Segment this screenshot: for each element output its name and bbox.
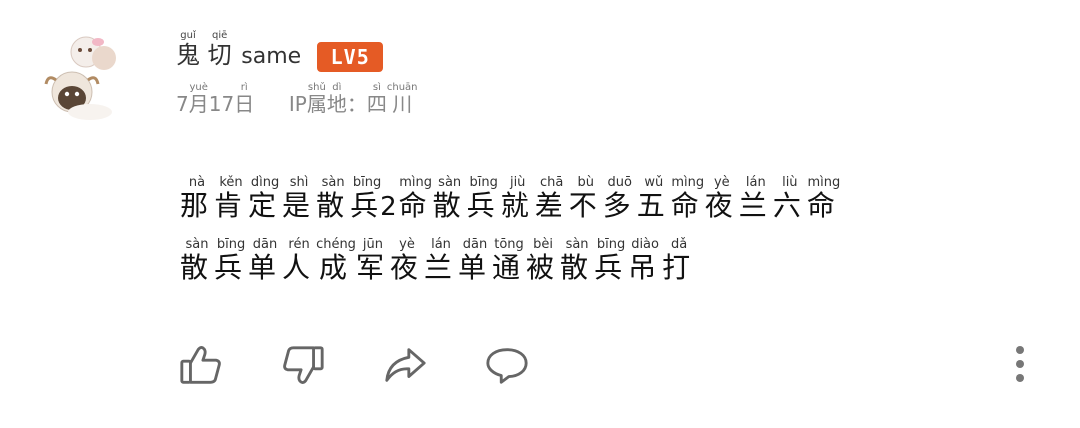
comment-header: 鬼guǐ 切qiē same LV5 7月yuè17日rì IP属shǔ地dì：…: [176, 30, 418, 117]
name-char: 鬼guǐ: [176, 30, 200, 69]
comment-char: 人rén: [282, 237, 317, 284]
comment-char: 吊diào: [628, 237, 663, 284]
comment-icon: [486, 348, 528, 384]
comment-char: 散sàn: [180, 237, 215, 284]
comment-char: 军jūn: [355, 237, 390, 284]
comment-char: 单dān: [248, 237, 283, 284]
comment-char: 兵bīng: [214, 237, 249, 284]
comment-char: 散sàn: [432, 175, 467, 222]
comment-char: 兵bīng: [350, 175, 385, 222]
username[interactable]: 鬼guǐ 切qiē same: [176, 30, 301, 68]
comment-char: 被bèi: [526, 237, 561, 284]
comment-char: 夜yè: [704, 175, 739, 222]
comment-char: 命mìng: [398, 175, 433, 222]
comment-char: 定dìng: [248, 175, 283, 222]
username-latin: same: [241, 44, 302, 69]
comment-char: 通tōng: [492, 237, 527, 284]
level-badge: LV5: [317, 42, 384, 72]
avatar[interactable]: [42, 32, 126, 124]
like-button[interactable]: [176, 340, 226, 390]
comment-char: 六liù: [772, 175, 807, 222]
comment-char: 单dān: [458, 237, 493, 284]
comment-digit: 2: [380, 192, 397, 222]
more-options-button[interactable]: [1004, 342, 1036, 386]
dislike-icon: [283, 346, 324, 384]
comment-char: 命mìng: [670, 175, 705, 222]
comment-body: 那nà肯kěn定dìng是shì散sàn兵bīng2命mìng散sàn兵bīng…: [180, 175, 1040, 300]
comment-char: 那nà: [180, 175, 215, 222]
comment-char: 五wǔ: [636, 175, 671, 222]
comment-char: 兰lán: [738, 175, 773, 222]
more-vertical-icon: [1016, 346, 1024, 382]
comment-char: 散sàn: [560, 237, 595, 284]
comment-char: 夜yè: [389, 237, 424, 284]
comment-meta: 7月yuè17日rì IP属shǔ地dì：四sì川chuān: [176, 82, 418, 117]
dislike-button[interactable]: [278, 340, 328, 390]
comment-char: 就jiù: [500, 175, 535, 222]
comment-char: 兰lán: [423, 237, 458, 284]
comment-char: 命mìng: [806, 175, 841, 222]
comment-line-1: 那nà肯kěn定dìng是shì散sàn兵bīng2命mìng散sàn兵bīng…: [180, 175, 1040, 222]
name-char: 切qiē: [207, 30, 232, 69]
share-icon: [385, 348, 426, 382]
comment-char: 成chéng: [316, 237, 356, 284]
like-icon: [180, 346, 221, 384]
comment-date: 7月yuè17日rì: [176, 82, 255, 116]
share-button[interactable]: [380, 340, 430, 390]
comment-char: 不bù: [568, 175, 603, 222]
comment-char: 多duō: [602, 175, 637, 222]
comment-char: 打dǎ: [662, 237, 697, 284]
action-bar: [176, 340, 584, 390]
comment-button[interactable]: [482, 340, 532, 390]
ip-location: IP属shǔ地dì：四sì川chuān: [288, 82, 418, 116]
comment-char: 兵bīng: [594, 237, 629, 284]
comment-char: 是shì: [282, 175, 317, 222]
comment-char: 差chā: [534, 175, 569, 222]
comment-line-2: 散sàn兵bīng单dān人rén成chéng军jūn夜yè兰lán单dān通t…: [180, 237, 1040, 284]
comment-char: 散sàn: [316, 175, 351, 222]
comment-char: 兵bīng: [466, 175, 501, 222]
comment-char: 肯kěn: [214, 175, 249, 222]
